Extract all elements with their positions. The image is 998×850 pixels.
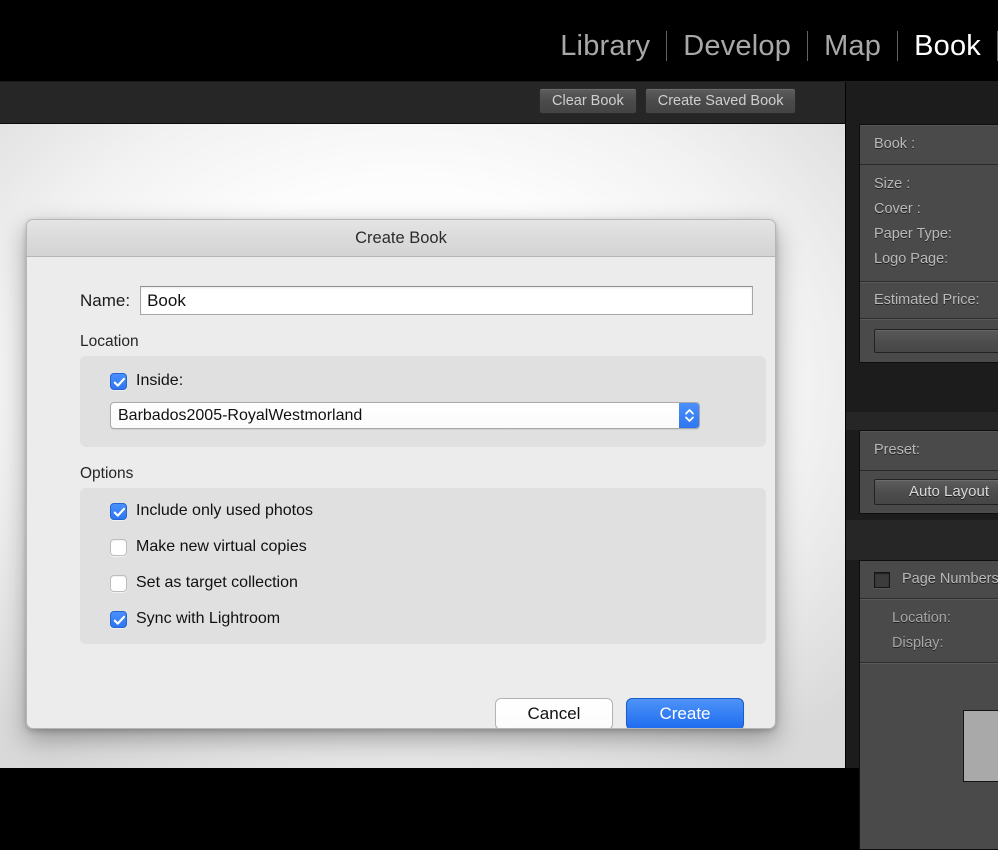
inside-checkbox[interactable] [110, 372, 127, 390]
toolbar-button-group: Clear Book Create Saved Book [539, 88, 797, 114]
paper-type-label: Paper Type: [874, 226, 952, 242]
display-row[interactable]: Display: [860, 631, 998, 656]
option-make-new-virtual-copies[interactable]: Make new virtual copies [80, 538, 766, 556]
clear-book-button[interactable]: Clear Book [539, 88, 637, 114]
name-input[interactable]: Book [140, 286, 753, 315]
sync-with-lightroom-label: Sync with Lightroom [136, 610, 281, 627]
set-as-target-collection-label: Set as target collection [136, 574, 298, 591]
create-book-dialog: Create Book Name: Book Location Inside: … [26, 219, 776, 729]
module-library[interactable]: Library [544, 24, 666, 68]
display-label: Display: [892, 635, 944, 651]
module-map[interactable]: Map [808, 24, 897, 68]
location-group: Location Inside: Barbados2005-RoyalWestm… [49, 333, 766, 447]
name-label: Name: [80, 290, 131, 310]
name-row: Name: Book [49, 286, 753, 315]
size-label: Size : [874, 176, 911, 192]
location-group-title: Location [80, 333, 139, 350]
option-set-as-target-collection[interactable]: Set as target collection [80, 574, 766, 592]
option-include-only-used-photos[interactable]: Include only used photos [80, 502, 766, 520]
cover-row[interactable]: Cover : [860, 197, 998, 222]
folder-popup-wrap: Barbados2005-RoyalWestmorland [110, 402, 700, 429]
book-settings-panel: Book : Size : Cover : Paper Type: Logo P… [859, 124, 998, 363]
module-develop[interactable]: Develop [667, 24, 807, 68]
estimated-price-row: Estimated Price: [860, 283, 998, 318]
panel-divider [860, 662, 998, 664]
page-preview-thumbnail[interactable] [963, 710, 998, 782]
module-book[interactable]: Book [898, 24, 997, 68]
location-label: Location: [892, 610, 951, 626]
dialog-body: Name: Book Location Inside: Barbados2005… [27, 286, 775, 728]
module-picker: Library Develop Map Book [544, 22, 998, 70]
page-numbers-label: Page Numbers [902, 571, 998, 587]
sync-with-lightroom-checkbox[interactable] [110, 610, 127, 628]
auto-layout-header[interactable]: Preset: [860, 431, 998, 471]
make-new-virtual-copies-label: Make new virtual copies [136, 538, 307, 555]
estimated-price-label: Estimated Price: [874, 292, 980, 308]
inside-label: Inside: [136, 372, 184, 389]
options-group-box: Include only used photos Make new virtua… [80, 488, 766, 644]
page-panel: Page Numbers Location: Display: [859, 560, 998, 850]
dialog-title: Create Book [355, 228, 447, 247]
dialog-footer: Cancel Create [495, 698, 744, 728]
location-row[interactable]: Location: [860, 606, 998, 631]
page-numbers-row[interactable]: Page Numbers [860, 561, 998, 598]
auto-layout-panel: Preset: Auto Layout [859, 430, 998, 514]
right-panel-column: Book : Size : Cover : Paper Type: Logo P… [845, 82, 998, 850]
logo-page-label: Logo Page: [874, 251, 949, 267]
inside-checkbox-row[interactable]: Inside: [80, 372, 766, 390]
panel-divider [860, 318, 998, 320]
make-new-virtual-copies-checkbox[interactable] [110, 538, 127, 556]
chevron-up-down-icon[interactable] [679, 403, 699, 428]
create-saved-book-button[interactable]: Create Saved Book [644, 88, 797, 114]
book-settings-header[interactable]: Book : [860, 125, 998, 165]
create-button[interactable]: Create [626, 698, 744, 728]
panel-gap [846, 412, 998, 430]
preset-label: Preset: [874, 442, 920, 458]
include-only-used-photos-checkbox[interactable] [110, 502, 127, 520]
paper-type-row[interactable]: Paper Type: [860, 222, 998, 247]
logo-page-row[interactable]: Logo Page: [860, 247, 998, 272]
set-as-target-collection-checkbox[interactable] [110, 574, 127, 592]
lightroom-book-module: Library Develop Map Book Clear Book Crea… [0, 0, 998, 850]
dialog-titlebar: Create Book [27, 220, 775, 257]
book-settings-title: Book : [874, 136, 916, 152]
option-sync-with-lightroom[interactable]: Sync with Lightroom [80, 610, 766, 628]
cancel-button[interactable]: Cancel [495, 698, 613, 728]
size-row[interactable]: Size : [860, 172, 998, 197]
page-numbers-checkbox[interactable] [874, 571, 890, 588]
options-group-title: Options [80, 465, 134, 482]
top-bar: Library Develop Map Book [0, 0, 998, 82]
location-group-box: Inside: Barbados2005-RoyalWestmorland [80, 356, 766, 447]
options-group: Options Include only used photos Make ne… [49, 465, 766, 644]
panel-gap [846, 520, 998, 560]
include-only-used-photos-label: Include only used photos [136, 502, 314, 519]
folder-popup-menu[interactable]: Barbados2005-RoyalWestmorland [110, 402, 700, 429]
send-book-button[interactable] [874, 329, 998, 353]
auto-layout-button[interactable]: Auto Layout [874, 479, 998, 505]
cover-label: Cover : [874, 201, 921, 217]
